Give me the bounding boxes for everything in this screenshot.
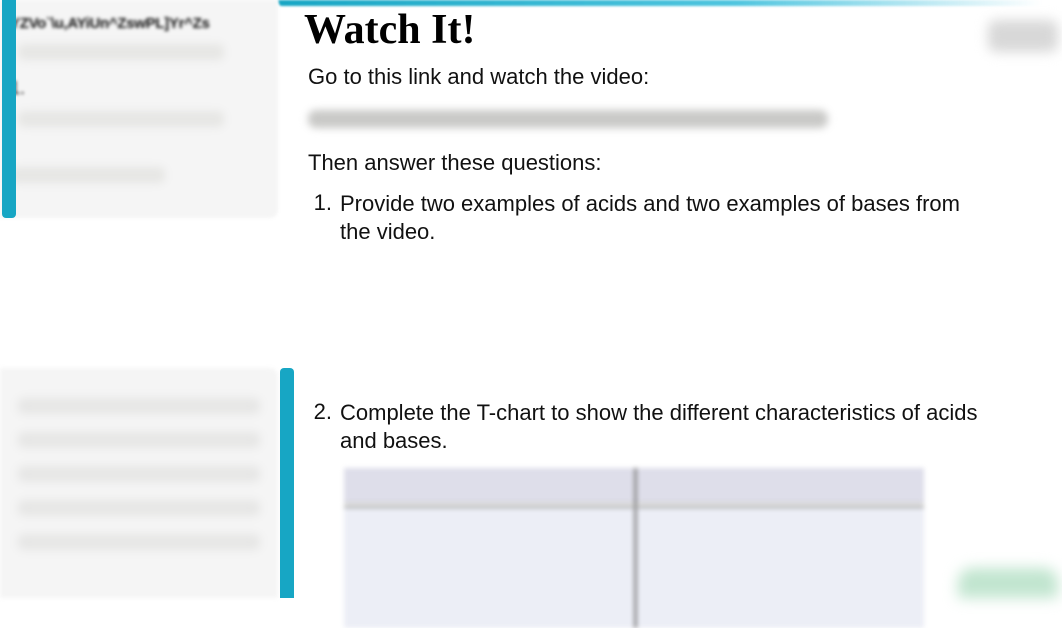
question-number: 2. — [304, 399, 338, 425]
bottom-right-badge-blurred — [958, 568, 1058, 598]
main-content: Watch It! Go to this link and watch the … — [278, 0, 1062, 598]
sidebar-blur-row — [18, 500, 260, 516]
intro-text: Go to this link and watch the video: — [308, 64, 1022, 90]
sidebar-title: YZVo`\u,AYiUn^ZswPL]Yr^Zs — [10, 15, 268, 32]
sidebar-blur-row — [10, 167, 165, 183]
sidebar-blur-row — [18, 44, 224, 60]
video-link-blurred — [308, 110, 828, 128]
accent-bar-top — [2, 0, 16, 218]
left-sidebar-bottom — [0, 368, 278, 598]
sidebar-blur-row — [18, 398, 260, 414]
sidebar-list-number: 1. — [10, 78, 268, 99]
sidebar-blur-row — [18, 534, 260, 550]
question-number: 1. — [304, 190, 338, 216]
t-chart-horizontal-divider — [344, 506, 924, 508]
sidebar-blur-row — [18, 466, 260, 482]
answer-space — [304, 259, 1022, 399]
left-sidebar-top: YZVo`\u,AYiUn^ZswPL]Yr^Zs 1. — [0, 0, 278, 218]
page-title: Watch It! — [304, 6, 1022, 54]
question-row: 1. Provide two examples of acids and two… — [304, 190, 1022, 245]
question-row: 2. Complete the T-chart to show the diff… — [304, 399, 1022, 454]
question-text: Provide two examples of acids and two ex… — [338, 190, 1022, 245]
sidebar-blur-row — [18, 111, 224, 127]
content-inner: Watch It! Go to this link and watch the … — [278, 0, 1062, 628]
page: YZVo`\u,AYiUn^ZswPL]Yr^Zs 1. Watch It! G… — [0, 0, 1062, 598]
t-chart-vertical-divider — [634, 468, 637, 628]
top-right-badge-blurred — [988, 20, 1058, 52]
sidebar-blur-row — [18, 432, 260, 448]
question-text: Complete the T-chart to show the differe… — [338, 399, 1022, 454]
followup-text: Then answer these questions: — [308, 150, 1022, 176]
t-chart-blurred — [344, 468, 924, 628]
